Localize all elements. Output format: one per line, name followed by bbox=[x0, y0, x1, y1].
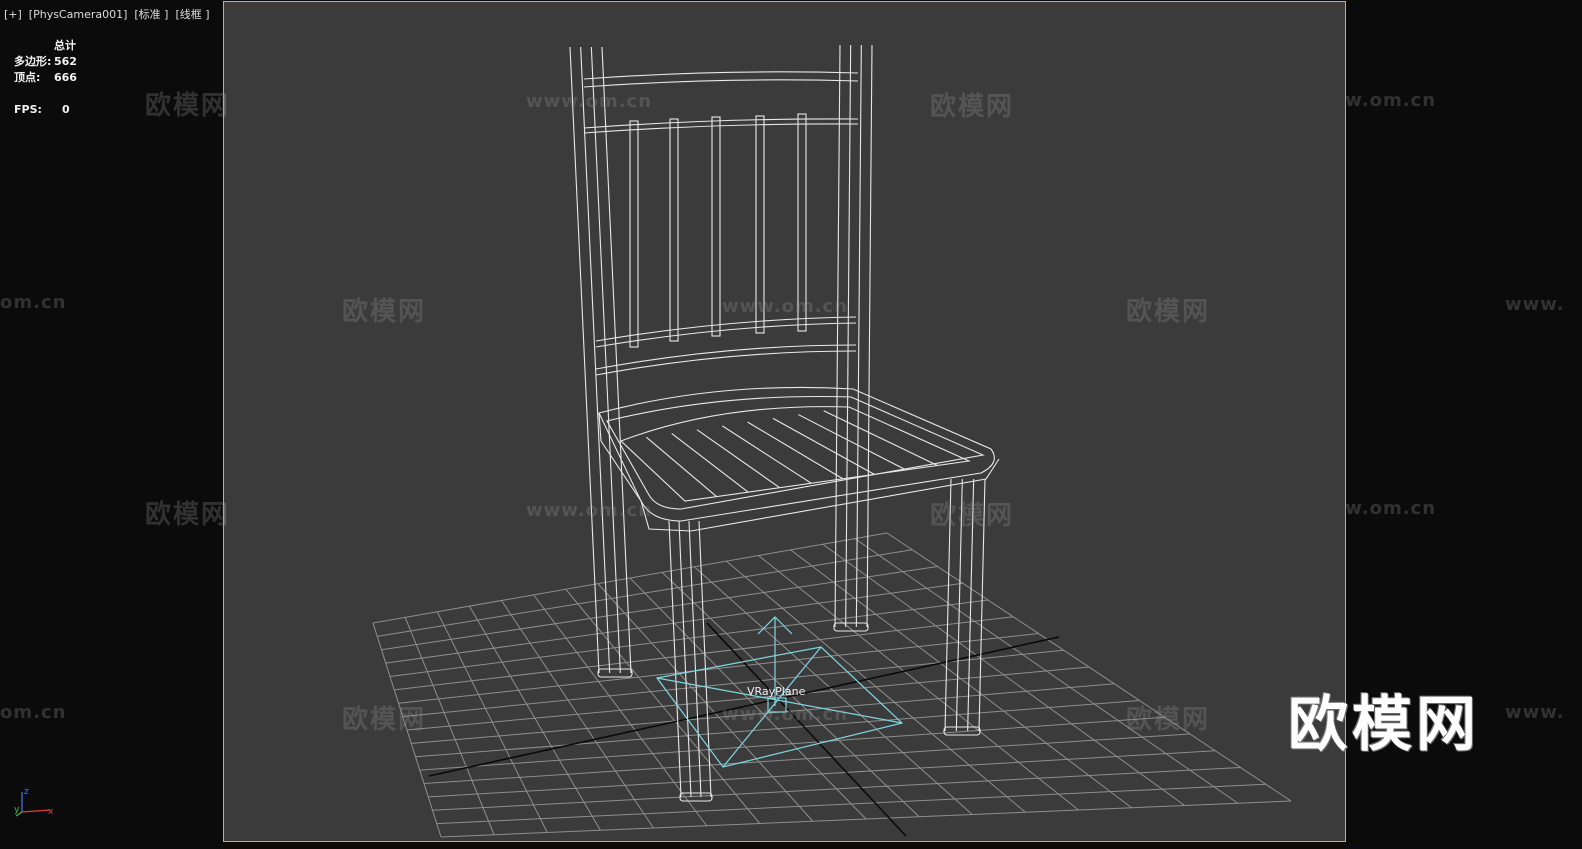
watermark-cn: 欧模网 bbox=[342, 705, 427, 735]
stats-polys: 多边形: 562 bbox=[14, 54, 77, 70]
brand-logo-text: 欧模网 bbox=[1288, 690, 1480, 760]
ground-grid bbox=[372, 532, 1292, 838]
watermark-url: www.om.cn bbox=[722, 704, 849, 725]
verts-value: 666 bbox=[54, 71, 77, 84]
axis-x-label: x bbox=[48, 807, 54, 817]
viewport-label[interactable]: [+] [PhysCamera001] [标准 ] [线框 ] bbox=[4, 6, 210, 22]
watermark-url: www.om.cn bbox=[526, 91, 653, 112]
watermark-cn: 欧模网 bbox=[1126, 297, 1211, 327]
object-label[interactable]: VRayPlane bbox=[747, 685, 805, 698]
watermark-cn: 欧模网 bbox=[145, 91, 230, 121]
stats-fps: FPS: 0 bbox=[14, 102, 77, 118]
watermark-url: www.om.cn bbox=[722, 296, 849, 317]
watermark-url: om.cn bbox=[0, 702, 67, 723]
stats-panel: 总计 多边形: 562 顶点: 666 FPS: 0 bbox=[14, 38, 77, 118]
stats-header: 总计 bbox=[54, 39, 76, 52]
viewport-3d[interactable]: VRayPlane 欧模网 www.om.cn 欧模网 欧模网 www.om.c… bbox=[223, 1, 1346, 842]
watermark-url: www.om.cn bbox=[526, 500, 653, 521]
axis-tripod-icon: z x y bbox=[14, 787, 54, 817]
fps-value: 0 bbox=[62, 103, 70, 116]
watermark-cn: 欧模网 bbox=[342, 297, 427, 327]
watermark-url: www. bbox=[1505, 702, 1565, 723]
watermark-cn: 欧模网 bbox=[930, 501, 1015, 531]
axis-z-label: z bbox=[24, 787, 29, 797]
watermark-url: om.cn bbox=[0, 292, 67, 313]
axis-y-label: y bbox=[14, 805, 20, 815]
stats-verts: 顶点: 666 bbox=[14, 70, 77, 86]
watermark-cn: 欧模网 bbox=[1126, 705, 1211, 735]
fps-label: FPS: bbox=[14, 103, 42, 116]
polys-value: 562 bbox=[54, 55, 77, 68]
polys-label: 多边形: bbox=[14, 55, 52, 68]
watermark-cn: 欧模网 bbox=[145, 500, 230, 530]
verts-label: 顶点: bbox=[14, 71, 41, 84]
watermark-url: www. bbox=[1505, 294, 1565, 315]
watermark-cn: 欧模网 bbox=[930, 92, 1015, 122]
